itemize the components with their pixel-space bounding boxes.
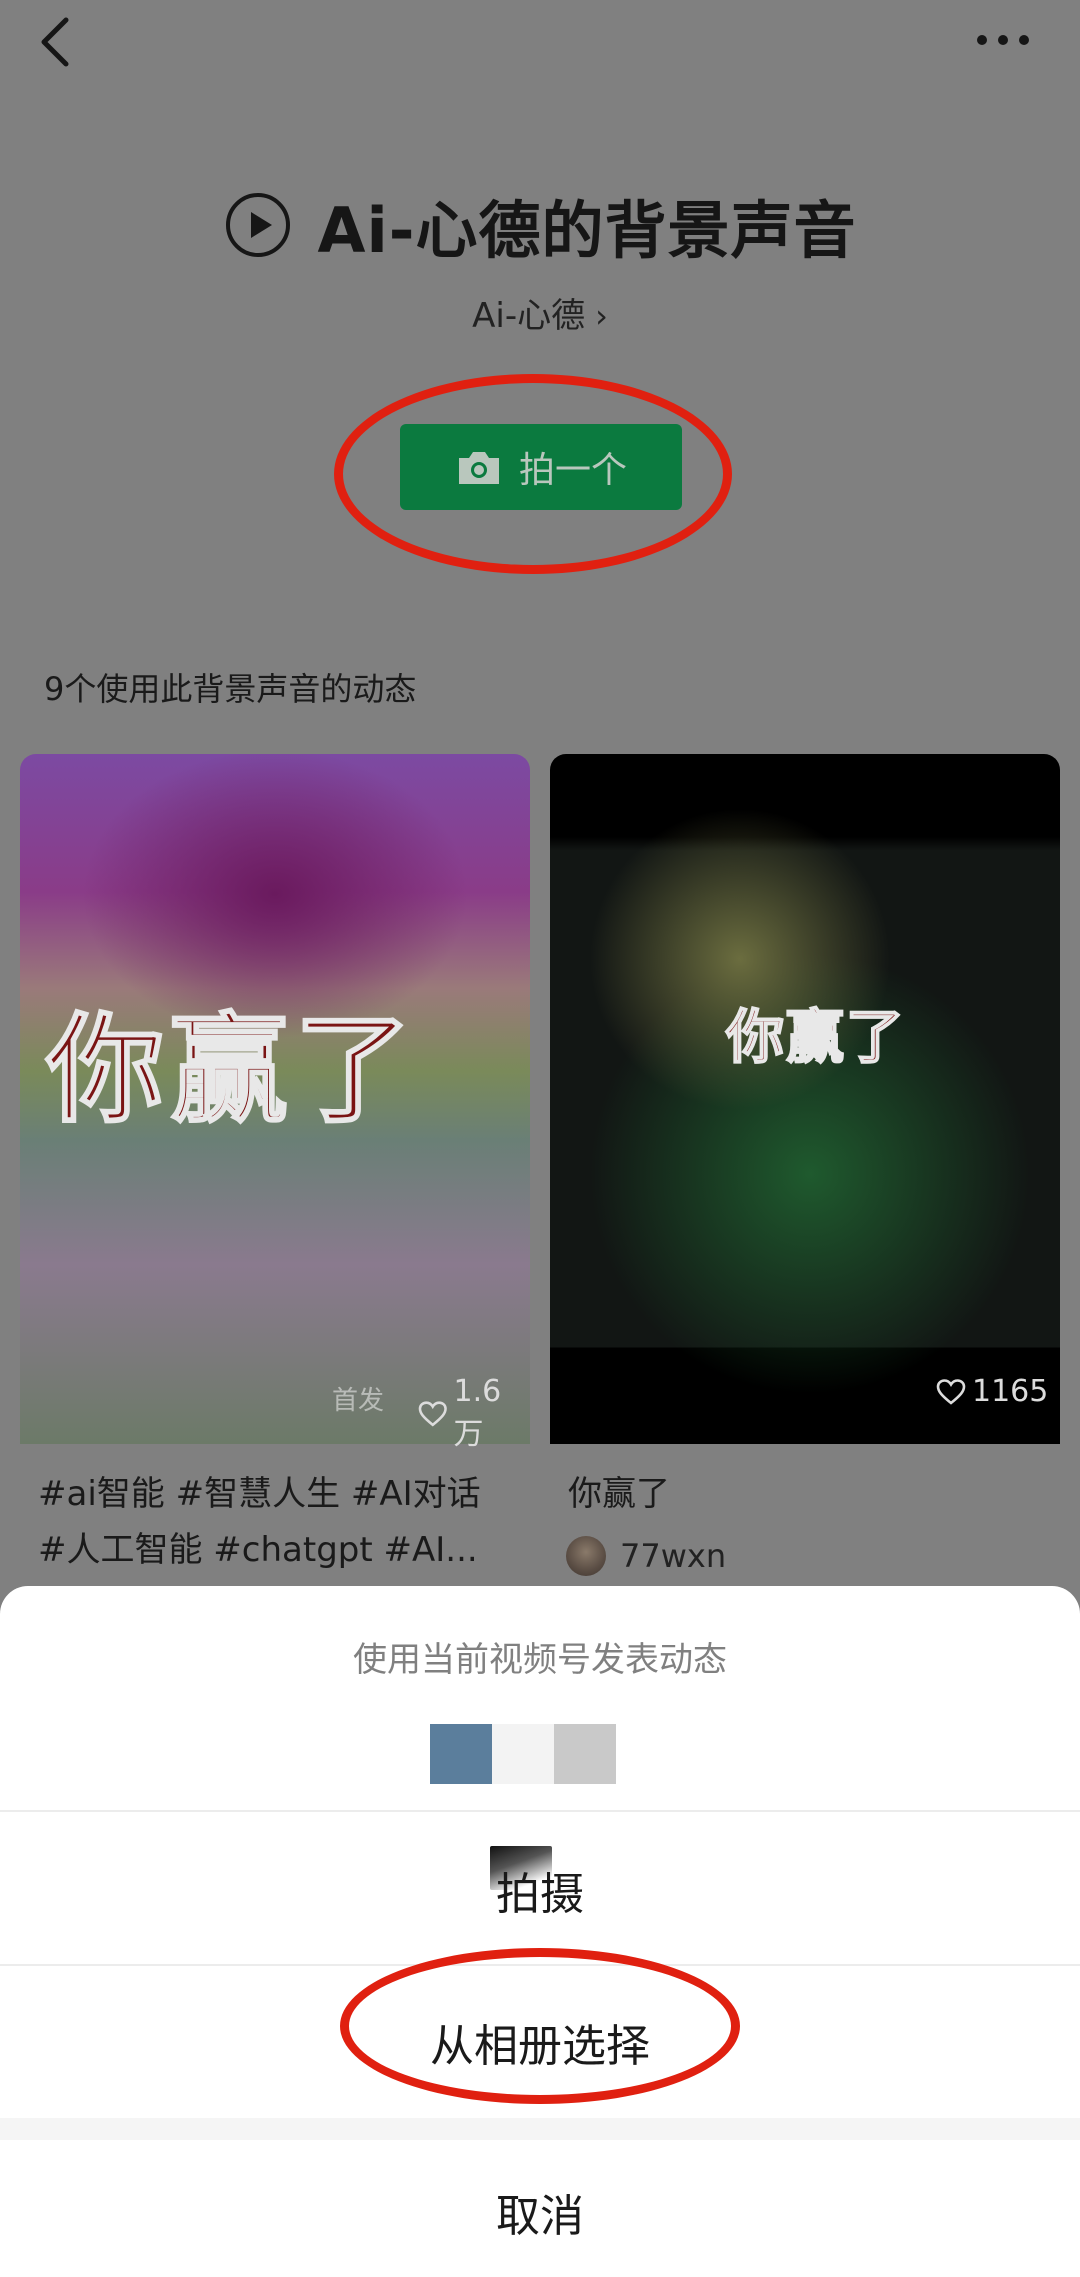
chevron-right-icon: › — [595, 297, 608, 335]
feed-card[interactable]: 你赢了 1165 你赢了 77wxn — [550, 754, 1060, 1654]
thumbnail-overlay-text: 你赢了 — [45, 1000, 419, 1140]
card-thumbnail: 你赢了 1165 — [550, 754, 1060, 1444]
audio-author-link[interactable]: Ai-心德 › — [0, 288, 1080, 337]
cancel-option[interactable]: 取消 — [0, 2180, 1080, 2244]
feed-card[interactable]: 你赢了 首发 1.6万 #ai智能 #智慧人生 #AI对话 #人工智能 #cha… — [20, 754, 530, 1654]
caption-line: #ai智能 #智慧人生 #AI对话 — [38, 1474, 481, 1514]
sheet-title: 使用当前视频号发表动态 — [353, 1640, 727, 1680]
heart-icon — [418, 1400, 447, 1426]
card-author[interactable]: 77wxn — [566, 1536, 726, 1576]
back-icon[interactable] — [32, 12, 80, 68]
card-caption: #ai智能 #智慧人生 #AI对话 #人工智能 #chatgpt #AI... — [38, 1466, 518, 1578]
avatar-swatch — [430, 1724, 492, 1784]
divider — [0, 1810, 1080, 1812]
audio-header: Ai-心德的背景声音 — [0, 180, 1080, 270]
thumbnail-overlay-text: 你赢了 — [725, 1002, 907, 1072]
like-count-value: 1165 — [972, 1374, 1049, 1409]
card-author-name: 77wxn — [620, 1537, 727, 1575]
audio-title: Ai-心德的背景声音 — [317, 194, 857, 267]
like-count: 1.6万 — [418, 1374, 530, 1453]
annotation-ellipse-shoot — [334, 374, 732, 574]
play-circle-icon[interactable] — [224, 191, 292, 259]
like-count: 1165 — [936, 1374, 1048, 1409]
annotation-ellipse-album — [340, 1948, 740, 2104]
heart-icon — [936, 1378, 966, 1405]
avatar-swatch — [492, 1724, 554, 1784]
card-thumbnail: 你赢了 首发 1.6万 — [20, 754, 530, 1452]
sheet-separator — [0, 2118, 1080, 2140]
caption-line: 你赢了 — [568, 1474, 670, 1514]
card-caption: 你赢了 — [568, 1466, 1048, 1522]
action-sheet: 使用当前视频号发表动态 拍摄 从相册选择 取消 — [0, 1586, 1080, 2277]
shoot-option[interactable]: 拍摄 — [0, 1858, 1080, 1922]
caption-line: #人工智能 #chatgpt #AI... — [38, 1530, 478, 1570]
feed-count-label: 9个使用此背景声音的动态 — [44, 670, 417, 708]
avatar-swatch — [554, 1724, 616, 1784]
more-dots-icon[interactable] — [970, 20, 1036, 60]
first-release-badge: 首发 — [332, 1386, 385, 1416]
account-avatar — [430, 1724, 616, 1784]
like-count-value: 1.6万 — [453, 1374, 502, 1452]
page: Ai-心德的背景声音 Ai-心德 › 拍一个 9个使用此背景声音的动态 你赢了 首… — [0, 0, 1080, 2277]
audio-author-name: Ai-心德 — [472, 296, 586, 336]
avatar — [566, 1536, 606, 1576]
